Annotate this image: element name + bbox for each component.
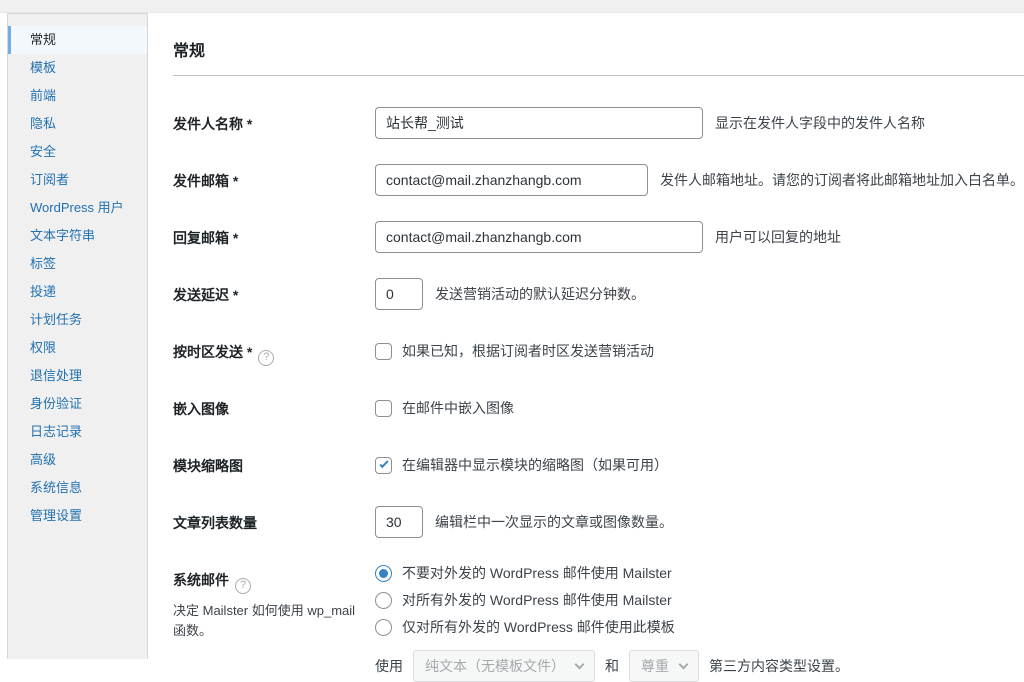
timezone-send-checkbox[interactable]	[375, 343, 392, 360]
sidebar-item-wordpress-users[interactable]: WordPress 用户	[8, 194, 147, 222]
sidebar-item-manage-settings[interactable]: 管理设置	[8, 502, 147, 530]
chevron-down-icon	[575, 660, 585, 670]
radio-icon[interactable]	[375, 565, 392, 582]
from-email-label: 发件邮箱 *	[173, 164, 375, 196]
sidebar-item-general[interactable]: 常规	[8, 26, 147, 54]
from-name-input[interactable]	[375, 107, 703, 139]
reply-to-label: 回复邮箱 *	[173, 221, 375, 253]
embed-images-checkbox-text[interactable]: 在邮件中嵌入图像	[402, 398, 514, 418]
sidebar-item-capabilities[interactable]: 权限	[8, 334, 147, 362]
sidebar-item-cron[interactable]: 计划任务	[8, 306, 147, 334]
sidebar-item-subscribers[interactable]: 订阅者	[8, 166, 147, 194]
settings-main: 常规 发件人名称 * 显示在发件人字段中的发件人名称 发件邮箱 * 发件人邮箱地…	[148, 13, 1024, 659]
sidebar-item-frontend[interactable]: 前端	[8, 82, 147, 110]
module-thumbnails-checkbox[interactable]	[375, 457, 392, 474]
row-post-count: 文章列表数量 编辑栏中一次显示的文章或图像数量。	[173, 506, 1024, 538]
system-mail-radio-group: 不要对外发的 WordPress 邮件使用 Mailster 对所有外发的 Wo…	[375, 563, 675, 637]
embed-images-checkbox[interactable]	[375, 400, 392, 417]
post-count-input[interactable]	[375, 506, 423, 538]
chevron-down-icon	[679, 660, 689, 670]
timezone-send-checkbox-text[interactable]: 如果已知，根据订阅者时区发送营销活动	[402, 341, 654, 361]
system-mail-option-none[interactable]: 不要对外发的 WordPress 邮件使用 Mailster	[375, 563, 675, 583]
module-thumbnails-label: 模块缩略图	[173, 449, 375, 481]
from-name-description: 显示在发件人字段中的发件人名称	[715, 113, 925, 133]
sidebar-item-bounce[interactable]: 退信处理	[8, 362, 147, 390]
settings-sidebar: 常规 模板 前端 隐私 安全 订阅者 WordPress 用户 文本字符串 标签…	[7, 13, 148, 659]
post-count-label: 文章列表数量	[173, 506, 375, 538]
send-delay-description: 发送营销活动的默认延迟分钟数。	[435, 284, 645, 304]
sidebar-item-privacy[interactable]: 隐私	[8, 110, 147, 138]
row-from-email: 发件邮箱 * 发件人邮箱地址。请您的订阅者将此邮箱地址加入白名单。	[173, 164, 1024, 196]
embed-images-label: 嵌入图像	[173, 392, 375, 424]
row-send-delay: 发送延迟 * 发送营销活动的默认延迟分钟数。	[173, 278, 1024, 310]
reply-to-input[interactable]	[375, 221, 703, 253]
send-delay-input[interactable]	[375, 278, 423, 310]
system-mail-option-none-text[interactable]: 不要对外发的 WordPress 邮件使用 Mailster	[402, 563, 672, 583]
module-thumbnails-checkbox-text[interactable]: 在编辑器中显示模块的缩略图（如果可用）	[402, 455, 668, 475]
page-title: 常规	[173, 37, 1024, 76]
sidebar-item-security[interactable]: 安全	[8, 138, 147, 166]
embed-images-checkbox-label[interactable]: 在邮件中嵌入图像	[375, 398, 514, 418]
post-count-description: 编辑栏中一次显示的文章或图像数量。	[435, 512, 673, 532]
template-line-middle: 和	[605, 656, 619, 676]
row-from-name: 发件人名称 * 显示在发件人字段中的发件人名称	[173, 107, 1024, 139]
timezone-send-checkbox-label[interactable]: 如果已知，根据订阅者时区发送营销活动	[375, 341, 654, 361]
row-reply-to: 回复邮箱 * 用户可以回复的地址	[173, 221, 1024, 253]
row-embed-images: 嵌入图像 在邮件中嵌入图像	[173, 392, 1024, 424]
template-line-suffix: 第三方内容类型设置。	[709, 656, 849, 676]
system-mail-option-template[interactable]: 仅对所有外发的 WordPress 邮件使用此模板	[375, 617, 675, 637]
help-icon[interactable]: ?	[235, 578, 251, 594]
sidebar-item-authentication[interactable]: 身份验证	[8, 390, 147, 418]
reply-to-description: 用户可以回复的地址	[715, 227, 841, 247]
sidebar-item-advanced[interactable]: 高级	[8, 446, 147, 474]
content-template-select[interactable]: 纯文本（无模板文件）	[413, 650, 595, 682]
settings-layout: 常规 模板 前端 隐私 安全 订阅者 WordPress 用户 文本字符串 标签…	[0, 13, 1024, 659]
system-mail-template-line: 使用 纯文本（无模板文件） 和 尊重 第三方内容类型设置。	[375, 650, 849, 682]
sidebar-item-tags[interactable]: 标签	[8, 250, 147, 278]
radio-icon[interactable]	[375, 619, 392, 636]
system-mail-label: 系统邮件? 决定 Mailster 如何使用 wp_mail 函数。	[173, 563, 375, 682]
top-strip	[0, 0, 1024, 13]
sidebar-item-system-info[interactable]: 系统信息	[8, 474, 147, 502]
module-thumbnails-checkbox-label[interactable]: 在编辑器中显示模块的缩略图（如果可用）	[375, 455, 668, 475]
row-timezone-send: 按时区发送 *? 如果已知，根据订阅者时区发送营销活动	[173, 335, 1024, 367]
from-email-description: 发件人邮箱地址。请您的订阅者将此邮箱地址加入白名单。	[660, 170, 1024, 190]
template-line-prefix: 使用	[375, 656, 403, 676]
sidebar-item-templates[interactable]: 模板	[8, 54, 147, 82]
content-type-select-value: 尊重	[641, 656, 669, 676]
send-delay-label: 发送延迟 *	[173, 278, 375, 310]
content-template-select-value: 纯文本（无模板文件）	[425, 656, 565, 676]
system-mail-option-all[interactable]: 对所有外发的 WordPress 邮件使用 Mailster	[375, 590, 675, 610]
help-icon[interactable]: ?	[258, 350, 274, 366]
sidebar-item-text-strings[interactable]: 文本字符串	[8, 222, 147, 250]
row-module-thumbnails: 模块缩略图 在编辑器中显示模块的缩略图（如果可用）	[173, 449, 1024, 481]
from-email-input[interactable]	[375, 164, 648, 196]
system-mail-option-all-text[interactable]: 对所有外发的 WordPress 邮件使用 Mailster	[402, 590, 672, 610]
radio-icon[interactable]	[375, 592, 392, 609]
general-settings-form: 发件人名称 * 显示在发件人字段中的发件人名称 发件邮箱 * 发件人邮箱地址。请…	[173, 107, 1024, 682]
timezone-send-label: 按时区发送 *?	[173, 335, 375, 367]
sidebar-item-logging[interactable]: 日志记录	[8, 418, 147, 446]
row-system-mail: 系统邮件? 决定 Mailster 如何使用 wp_mail 函数。 不要对外发…	[173, 563, 1024, 682]
system-mail-option-template-text[interactable]: 仅对所有外发的 WordPress 邮件使用此模板	[402, 617, 675, 637]
system-mail-sublabel: 决定 Mailster 如何使用 wp_mail 函数。	[173, 601, 375, 641]
sidebar-item-delivery[interactable]: 投递	[8, 278, 147, 306]
check-icon	[379, 459, 388, 468]
content-type-select[interactable]: 尊重	[629, 650, 699, 682]
from-name-label: 发件人名称 *	[173, 107, 375, 139]
